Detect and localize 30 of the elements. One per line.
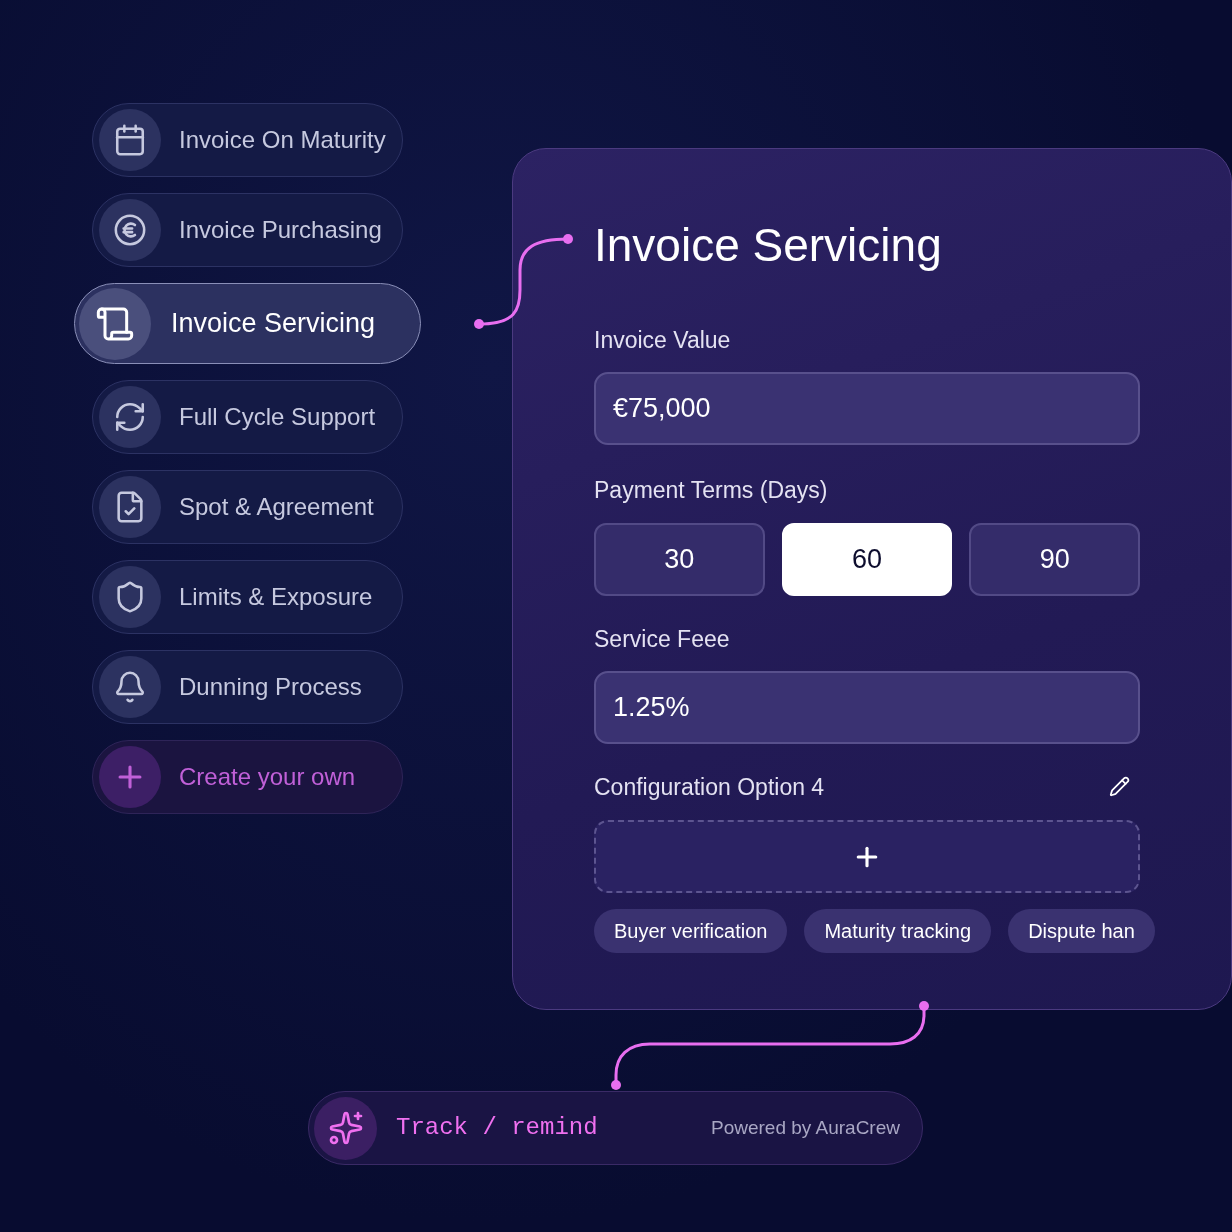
input-field[interactable]: €75,000 <box>594 371 1140 445</box>
panel-title: Invoice Servicing <box>594 218 943 273</box>
calendar-icon <box>113 123 147 157</box>
create-button[interactable]: Create your own <box>92 740 403 814</box>
tag-chip[interactable]: Buyer verification <box>594 909 788 953</box>
service-item[interactable]: Invoice On Maturity <box>92 103 403 177</box>
field-label: Service Feee <box>594 625 731 654</box>
sparkles-icon <box>327 1110 364 1146</box>
term-option[interactable]: 30 <box>594 523 765 596</box>
tag-chip[interactable]: Dispute han <box>1008 909 1155 953</box>
field-label: Configuration Option 4 <box>594 772 825 802</box>
service-item[interactable]: Invoice Servicing <box>74 283 421 364</box>
input-field[interactable]: 1.25% <box>594 670 1140 744</box>
term-option[interactable]: 60 <box>781 523 953 596</box>
service-item[interactable]: Full Cycle Support <box>92 380 403 454</box>
refresh-icon <box>113 400 147 434</box>
tag-chip[interactable]: Maturity tracking <box>804 909 992 953</box>
euro-icon <box>113 213 147 247</box>
service-item[interactable]: Invoice Purchasing <box>92 193 403 267</box>
service-item[interactable]: Limits & Exposure <box>92 560 403 634</box>
term-option[interactable]: 90 <box>969 523 1140 596</box>
add-option-field[interactable] <box>594 820 1140 893</box>
bell-icon <box>113 670 147 704</box>
service-item[interactable]: Dunning Process <box>92 650 403 724</box>
field-label: Invoice Value <box>594 326 732 355</box>
agent-label: Track / remind <box>396 1113 598 1143</box>
service-item[interactable]: Spot & Agreement <box>92 470 403 544</box>
edit-icon[interactable] <box>1109 776 1130 798</box>
field-label: Payment Terms (Days) <box>594 475 829 505</box>
credit-text: Powered by AuraCrew <box>710 1115 900 1140</box>
